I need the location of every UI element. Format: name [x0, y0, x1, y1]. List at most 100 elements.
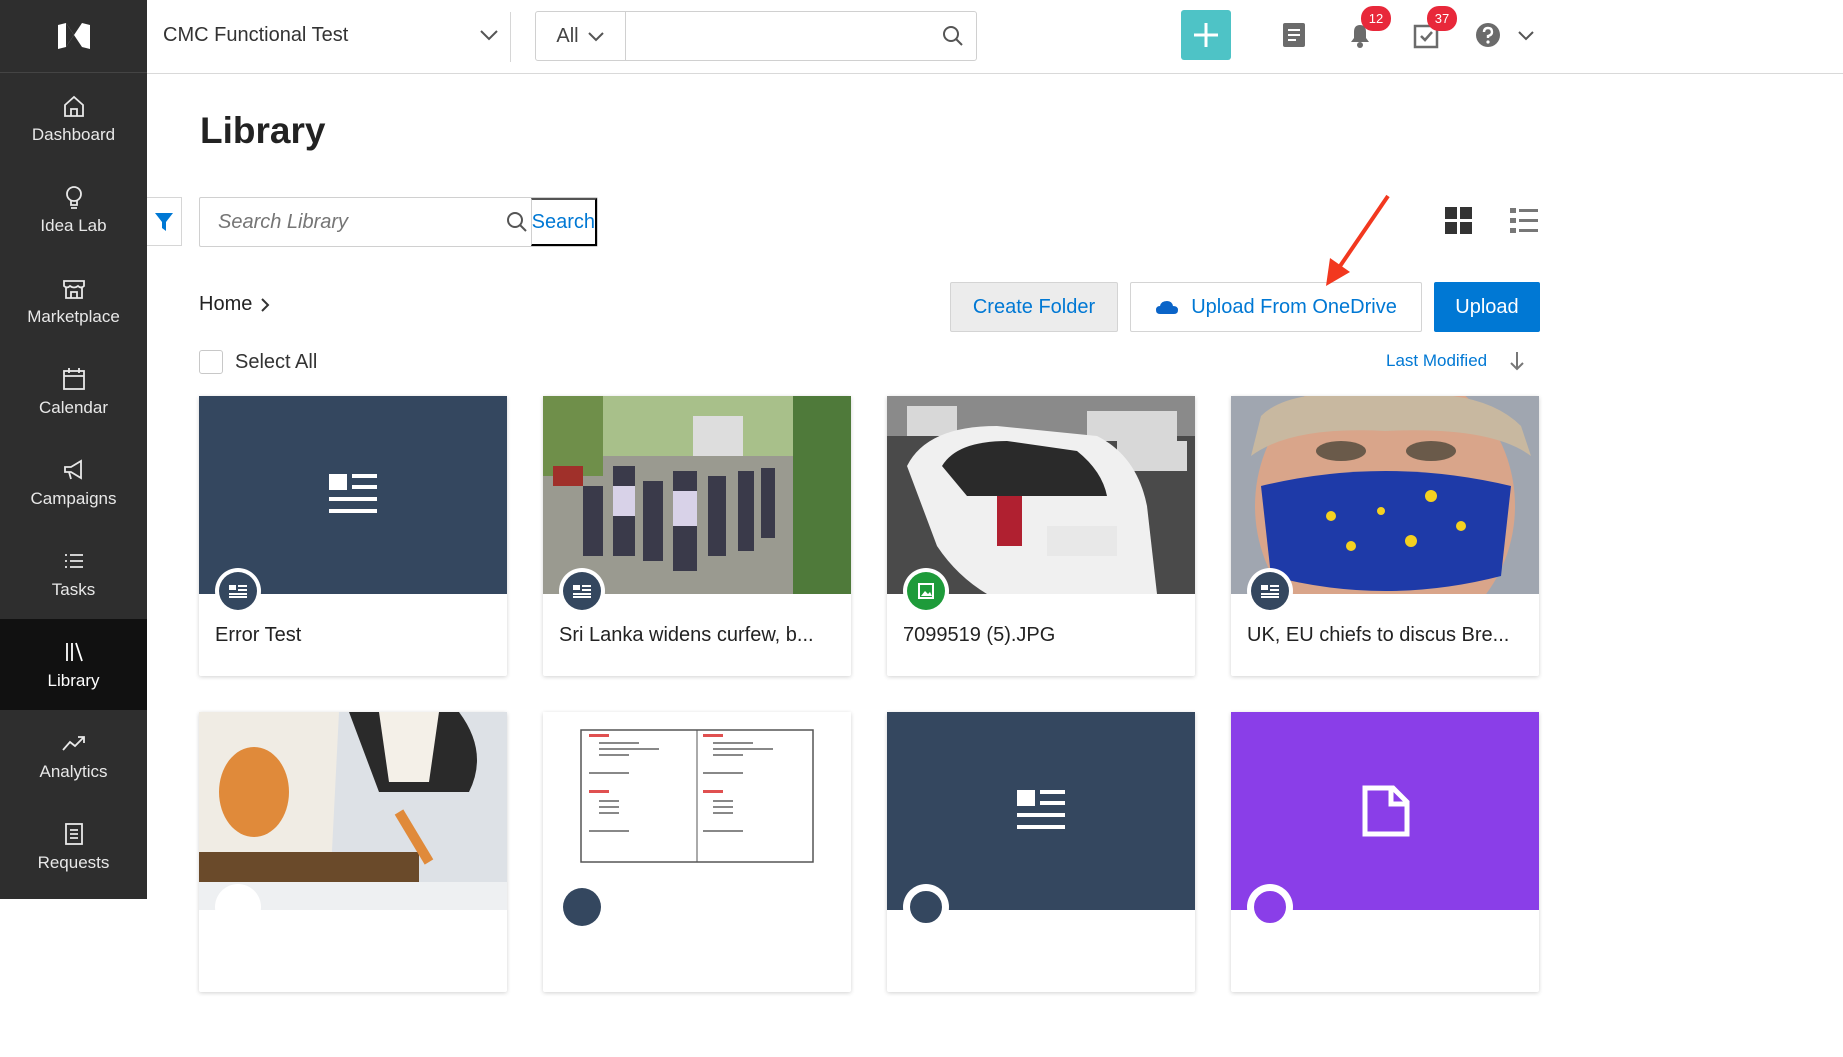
sidebar-item-label: Tasks: [51, 579, 96, 599]
card-thumbnail: [543, 396, 851, 594]
create-folder-button[interactable]: Create Folder: [950, 282, 1118, 332]
library-main: Library Search Home Create Folder Upload…: [147, 74, 1843, 1057]
photo-street-queue-icon: [543, 396, 851, 594]
card-thumbnail: [1231, 712, 1539, 910]
help-icon: [1476, 23, 1500, 47]
tasks-button[interactable]: 37: [1409, 6, 1457, 52]
card-title: 7099519 (5).JPG: [903, 624, 1056, 646]
card-thumbnail: [199, 396, 507, 594]
type-badge: [903, 568, 949, 614]
library-search-input[interactable]: [200, 198, 504, 246]
type-badge: [215, 884, 261, 930]
sort-control[interactable]: Last Modified: [1386, 351, 1525, 371]
library-card[interactable]: [887, 712, 1195, 992]
add-button[interactable]: [1181, 10, 1231, 60]
sidebar-item-dashboard[interactable]: Dashboard: [0, 73, 147, 164]
card-thumbnail: [543, 712, 851, 910]
app-logo[interactable]: [0, 0, 147, 73]
article-icon: [1261, 585, 1279, 598]
library-card[interactable]: Error Test: [199, 396, 507, 676]
upload-from-onedrive-label: Upload From OneDrive: [1191, 295, 1397, 318]
home-icon: [63, 95, 84, 117]
upload-from-onedrive-button[interactable]: Upload From OneDrive: [1130, 282, 1422, 332]
tasks-badge: 37: [1427, 6, 1457, 31]
sidebar-item-campaigns[interactable]: Campaigns: [0, 437, 147, 528]
sidebar: Dashboard Idea Lab Marketplace Calendar …: [0, 0, 147, 899]
photo-white-car-icon: [887, 396, 1195, 594]
sidebar-item-analytics[interactable]: Analytics: [0, 710, 147, 801]
filter-button[interactable]: [147, 197, 182, 246]
store-icon: [62, 279, 85, 299]
sidebar-item-label: Analytics: [39, 761, 108, 781]
sidebar-item-calendar[interactable]: Calendar: [0, 346, 147, 437]
search-scope-value: All: [556, 24, 579, 47]
select-all-label: Select All: [235, 350, 318, 373]
notifications-badge: 12: [1361, 6, 1391, 31]
global-search: All: [535, 11, 977, 61]
library-card[interactable]: [1231, 712, 1539, 992]
search-icon: [504, 198, 531, 246]
type-badge: [903, 884, 949, 930]
sort-label[interactable]: Last Modified: [1386, 351, 1487, 371]
card-thumbnail: [1231, 396, 1539, 594]
search-icon[interactable]: [930, 12, 976, 60]
upload-button[interactable]: Upload: [1434, 282, 1540, 332]
card-title: Sri Lanka widens curfew, b...: [559, 624, 814, 646]
notifications-button[interactable]: 12: [1343, 6, 1391, 52]
search-button[interactable]: Search: [530, 198, 597, 246]
library-search: Search: [199, 197, 598, 247]
library-card[interactable]: 7099519 (5).JPG: [887, 396, 1195, 676]
sidebar-item-label: Requests: [37, 852, 110, 872]
file-placeholder-icon: [1362, 785, 1410, 837]
lightbulb-icon: [65, 185, 82, 209]
chevron-right-icon: [261, 297, 270, 312]
document-preview-icon: [580, 729, 814, 863]
notes-icon: [1283, 23, 1305, 47]
sort-direction-icon[interactable]: [1509, 351, 1525, 371]
article-icon: [573, 585, 591, 598]
trend-icon: [61, 735, 85, 751]
type-badge: [1247, 568, 1293, 614]
type-badge: [1247, 884, 1293, 930]
calendar-icon: [62, 367, 85, 390]
divider: [510, 12, 511, 62]
sidebar-item-idea-lab[interactable]: Idea Lab: [0, 164, 147, 255]
sidebar-item-requests[interactable]: Requests: [0, 801, 147, 892]
top-bar: CMC Functional Test All 12 37: [147, 0, 1843, 74]
grid-view-toggle[interactable]: [1444, 206, 1474, 241]
annotation-arrow-icon: [1326, 194, 1390, 286]
help-menu[interactable]: [1475, 18, 1535, 52]
workspace-selector[interactable]: CMC Functional Test: [163, 20, 499, 50]
sidebar-item-label: Calendar: [39, 397, 108, 417]
sidebar-item-tasks[interactable]: Tasks: [0, 528, 147, 619]
library-card[interactable]: Sri Lanka widens curfew, b...: [543, 396, 851, 676]
plus-icon: [1194, 23, 1218, 47]
sidebar-item-label: Library: [47, 670, 100, 690]
sidebar-item-marketplace[interactable]: Marketplace: [0, 255, 147, 346]
notes-button[interactable]: [1277, 18, 1311, 52]
card-title: UK, EU chiefs to discus Bre...: [1247, 624, 1510, 646]
books-icon: [65, 642, 83, 661]
breadcrumb: Home: [199, 293, 270, 316]
photo-figurines-icon: [199, 712, 507, 910]
sidebar-item-library[interactable]: Library: [0, 619, 147, 710]
breadcrumb-home[interactable]: Home: [199, 293, 252, 316]
list-icon: [64, 553, 83, 568]
card-thumbnail: [199, 712, 507, 910]
list-view-toggle[interactable]: [1509, 206, 1539, 241]
library-card[interactable]: [543, 712, 851, 992]
megaphone-icon: [63, 458, 82, 480]
onedrive-cloud-icon: [1156, 301, 1179, 314]
sidebar-item-label: Idea Lab: [40, 215, 107, 235]
search-scope-dropdown[interactable]: All: [536, 12, 626, 60]
global-search-input[interactable]: [626, 12, 930, 60]
library-card[interactable]: [199, 712, 507, 992]
library-card[interactable]: UK, EU chiefs to discus Bre...: [1231, 396, 1539, 676]
article-placeholder-icon: [1017, 790, 1065, 829]
select-all-checkbox[interactable]: [199, 350, 223, 374]
chevron-down-icon: [587, 31, 604, 41]
select-all[interactable]: Select All: [199, 350, 317, 374]
list-view-icon: [1510, 208, 1538, 233]
card-thumbnail: [887, 396, 1195, 594]
logo-icon: [57, 23, 90, 49]
